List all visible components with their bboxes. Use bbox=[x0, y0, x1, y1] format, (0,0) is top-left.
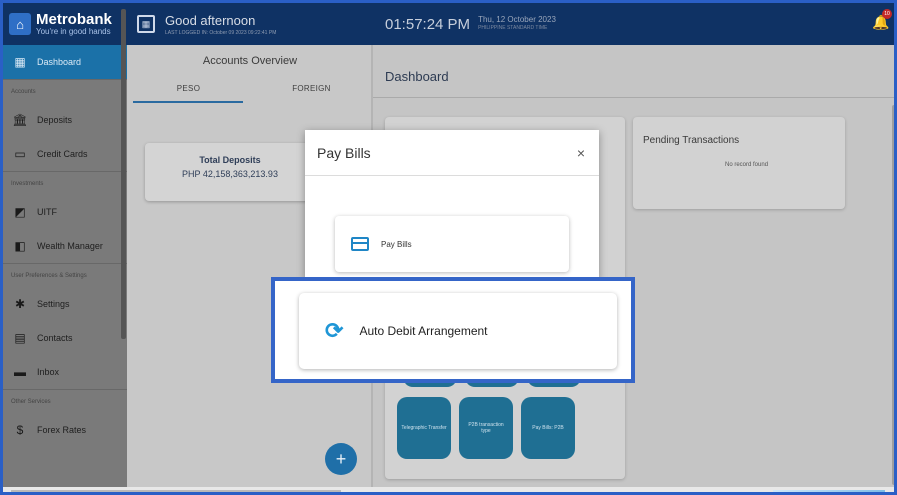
pending-transactions-card: Pending Transactions No record found bbox=[633, 117, 845, 209]
wealth-manager-icon: ◧ bbox=[14, 239, 26, 253]
pay-bills-option-label: Pay Bills bbox=[381, 239, 412, 249]
dialog-title: Pay Bills bbox=[317, 144, 371, 161]
date-block: Thu, 12 October 2023 PHILIPPINE STANDARD… bbox=[478, 15, 556, 33]
date-text: Thu, 12 October 2023 bbox=[478, 15, 556, 24]
total-deposits-label: Total Deposits bbox=[199, 155, 261, 165]
tab-peso[interactable]: PESO bbox=[127, 77, 250, 99]
sidebar-item-uitf[interactable]: ◩ UITF bbox=[3, 195, 127, 229]
sidebar-item-label: UITF bbox=[37, 207, 57, 217]
highlight-box: ⟳ Auto Debit Arrangement bbox=[271, 277, 635, 383]
sidebar-item-label: Credit Cards bbox=[37, 149, 88, 159]
active-tab-indicator bbox=[133, 101, 243, 103]
credit-card-icon: ▭ bbox=[14, 147, 26, 161]
sidebar-item-wealth-manager[interactable]: ◧ Wealth Manager bbox=[3, 229, 127, 263]
gear-icon: ✱ bbox=[14, 297, 26, 311]
dialog-header: Pay Bills × bbox=[305, 130, 599, 176]
sidebar-scrollbar[interactable] bbox=[121, 9, 126, 339]
account-tabs: PESO FOREIGN bbox=[127, 77, 373, 103]
credit-card-icon bbox=[351, 237, 369, 251]
brand-name: Metrobank bbox=[36, 11, 112, 28]
tile-p2b-transaction-type[interactable]: P2B transaction type bbox=[459, 397, 513, 459]
brand: ⌂ Metrobank You're in good hands bbox=[3, 3, 127, 45]
bank-icon: 🏛 bbox=[12, 113, 28, 127]
pending-empty-text: No record found bbox=[725, 162, 769, 168]
contacts-icon: ▤ bbox=[14, 331, 26, 345]
tile-telegraphic-transfer[interactable]: Telegraphic Transfer bbox=[397, 397, 451, 459]
app-window: ⌂ Metrobank You're in good hands ▦ Dashbo… bbox=[0, 0, 897, 495]
sidebar-item-inbox[interactable]: ▬ Inbox bbox=[3, 355, 127, 389]
pay-bills-dialog: Pay Bills × Pay Bills bbox=[305, 130, 599, 280]
sidebar-item-settings[interactable]: ✱ Settings bbox=[3, 287, 127, 321]
dashboard-icon: ▦ bbox=[14, 55, 26, 69]
sidebar-item-credit-cards[interactable]: ▭ Credit Cards bbox=[3, 137, 127, 171]
sidebar-section-label: Investments bbox=[3, 171, 127, 195]
pay-bills-option[interactable]: Pay Bills bbox=[335, 216, 569, 272]
sidebar-item-label: Inbox bbox=[37, 367, 60, 377]
sidebar-item-label: Dashboard bbox=[37, 57, 82, 67]
sidebar-item-label: Deposits bbox=[37, 115, 73, 125]
pending-transactions-title: Pending Transactions bbox=[643, 135, 740, 146]
calendar-icon: ▦ bbox=[137, 15, 155, 33]
sidebar-list: ▦ Dashboard Accounts 🏛 Deposits ▭ Credit Cards… bbox=[3, 45, 127, 447]
sidebar-item-forex-rates[interactable]: $ Forex Rates bbox=[3, 413, 127, 447]
sync-icon: ⟳ bbox=[325, 318, 344, 343]
sidebar-item-label: Wealth Manager bbox=[37, 241, 103, 251]
tab-foreign[interactable]: FOREIGN bbox=[250, 77, 373, 99]
clock-bar: 01:57:24 PM Thu, 12 October 2023 PHILIPP… bbox=[373, 3, 894, 45]
clock-time: 01:57:24 PM bbox=[385, 15, 471, 33]
last-logged-text: LAST LOGGED IN: October 09 2023 09:22:41… bbox=[165, 29, 277, 36]
sidebar: ⌂ Metrobank You're in good hands ▦ Dashbo… bbox=[3, 3, 127, 492]
bottom-strip bbox=[3, 487, 894, 492]
greeting-text: Good afternoon bbox=[165, 12, 256, 28]
add-button[interactable]: + bbox=[325, 443, 357, 475]
total-deposits-card[interactable]: Total Deposits PHP 42,158,363,213.93 bbox=[145, 143, 315, 201]
close-icon[interactable]: × bbox=[577, 145, 585, 161]
auto-debit-option[interactable]: ⟳ Auto Debit Arrangement bbox=[299, 293, 617, 369]
notification-badge: 10 bbox=[882, 9, 892, 19]
sidebar-item-label: Contacts bbox=[37, 333, 73, 343]
total-deposits-value: PHP 42,158,363,213.93 bbox=[182, 169, 278, 179]
timezone-text: PHILIPPINE STANDARD TIME bbox=[478, 25, 548, 31]
greeting-bar: ▦ Good afternoon LAST LOGGED IN: October… bbox=[127, 3, 373, 45]
main-scrollbar[interactable] bbox=[892, 105, 894, 485]
sidebar-section-label: Other Services bbox=[3, 389, 127, 413]
bank-logo-icon: ⌂ bbox=[9, 13, 31, 35]
sidebar-item-dashboard[interactable]: ▦ Dashboard bbox=[3, 45, 127, 79]
accounts-title: Accounts Overview bbox=[202, 55, 298, 67]
sidebar-section-label: User Preferences & Settings bbox=[3, 263, 127, 287]
brand-tagline: You're in good hands bbox=[36, 27, 111, 36]
bell-icon[interactable]: 🔔 10 bbox=[872, 9, 892, 30]
sidebar-section-label: Accounts bbox=[3, 79, 127, 103]
tile-pay-bills-p2b[interactable]: Pay Bills: P2B bbox=[521, 397, 575, 459]
title-divider bbox=[373, 97, 894, 98]
bottom-bar bbox=[11, 490, 341, 492]
bottom-accent bbox=[773, 490, 885, 492]
sidebar-item-label: Forex Rates bbox=[37, 425, 87, 435]
forex-icon: $ bbox=[16, 423, 24, 437]
auto-debit-option-label: Auto Debit Arrangement bbox=[359, 324, 488, 338]
page-title: Dashboard bbox=[385, 69, 449, 84]
sidebar-item-contacts[interactable]: ▤ Contacts bbox=[3, 321, 127, 355]
sidebar-item-deposits[interactable]: 🏛 Deposits bbox=[3, 103, 127, 137]
inbox-icon: ▬ bbox=[14, 365, 26, 379]
sidebar-item-label: Settings bbox=[37, 299, 70, 309]
uitf-icon: ◩ bbox=[14, 205, 26, 219]
